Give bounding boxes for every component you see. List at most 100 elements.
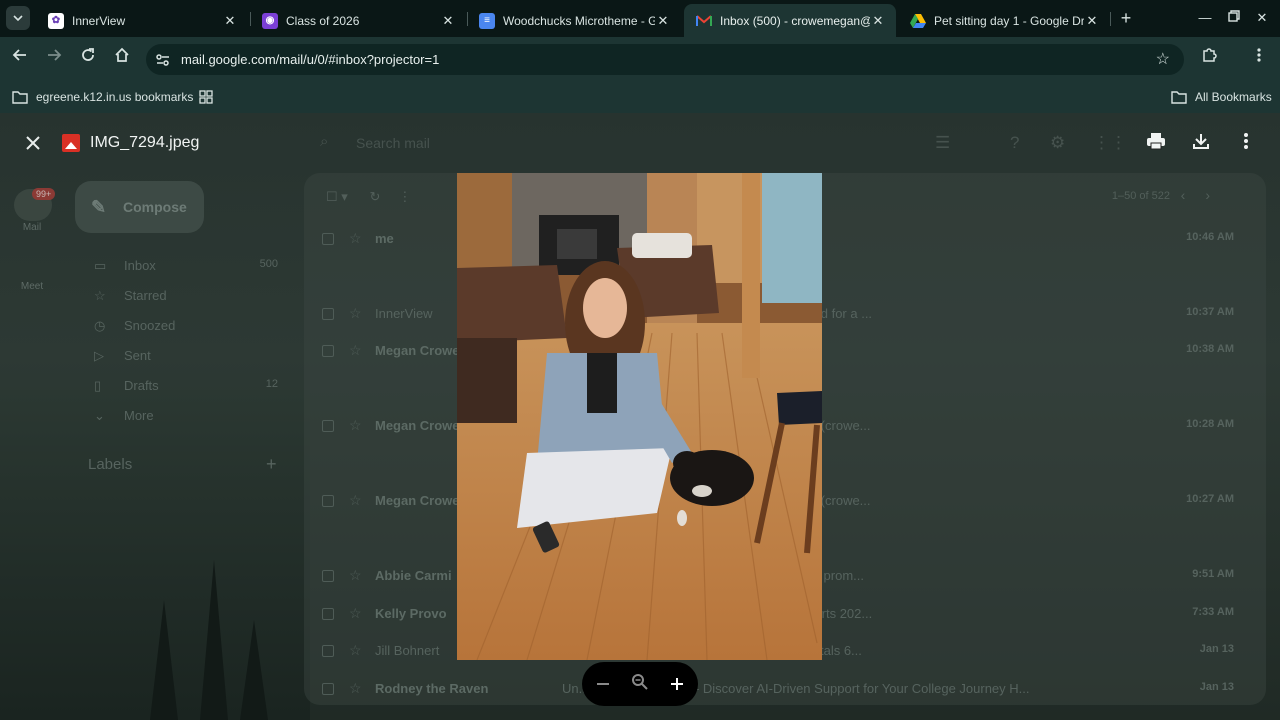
zoom-in-button[interactable] (664, 671, 690, 697)
minus-icon (597, 683, 609, 685)
send-icon: ▷ (94, 348, 104, 363)
tab-search-button[interactable] (6, 6, 30, 30)
nav-label: More (124, 408, 154, 423)
theme-tree-shape (200, 560, 228, 720)
row-checkbox[interactable] (322, 495, 334, 507)
nav-label: Snoozed (124, 318, 176, 333)
star-icon[interactable]: ☆ (349, 567, 362, 584)
all-bookmarks-button[interactable]: All Bookmarks (1171, 87, 1272, 107)
email-sender: Rodney the Raven (375, 681, 489, 696)
rail-meet-label: Meet (20, 281, 44, 292)
star-icon[interactable]: ☆ (349, 680, 362, 697)
reload-button[interactable] (76, 47, 100, 71)
bookmark-star-icon[interactable]: ☆ (1156, 49, 1170, 69)
tab-gmail-inbox[interactable]: Inbox (500) - crowemegan@s ✕ (684, 4, 896, 37)
site-settings-icon[interactable] (154, 51, 172, 69)
bookmarks-bar: egreene.k12.in.us bookmarks All Bookmark… (0, 81, 1280, 113)
star-icon: ☆ (94, 288, 106, 303)
extensions-button[interactable] (1197, 47, 1221, 71)
gmail-search-bar[interactable]: ⌕ Search mail (304, 123, 1024, 163)
row-checkbox[interactable] (322, 683, 334, 695)
star-icon[interactable]: ☆ (349, 492, 362, 509)
close-tab-icon[interactable]: ✕ (1084, 13, 1100, 29)
close-tab-icon[interactable]: ✕ (870, 13, 886, 29)
zoom-reset-button[interactable] (627, 671, 653, 697)
tab-pet-sitting-drive[interactable]: Pet sitting day 1 - Google Driv ✕ (898, 4, 1110, 37)
google-apps-icon[interactable]: ⋮⋮ (1093, 133, 1127, 153)
nav-count: 500 (259, 258, 278, 270)
tab-woodchucks-doc[interactable]: ≡ Woodchucks Microtheme - Go ✕ (467, 4, 681, 37)
row-checkbox[interactable] (322, 645, 334, 657)
pagination-arrows[interactable]: ‹› (1181, 187, 1230, 203)
theme-tree-shape (240, 620, 268, 720)
nav-more[interactable]: ⌄ More (94, 408, 284, 428)
email-time: 10:46 AM (1186, 231, 1234, 243)
tab-title: Class of 2026 (286, 13, 360, 28)
minimize-button[interactable]: — (1193, 6, 1217, 30)
settings-gear-icon[interactable]: ⚙ (1050, 133, 1065, 153)
nav-starred[interactable]: ☆ Starred (94, 288, 284, 308)
compose-label: Compose (123, 199, 187, 215)
star-icon[interactable]: ☆ (349, 230, 362, 247)
row-checkbox[interactable] (322, 570, 334, 582)
close-window-button[interactable]: ✕ (1250, 6, 1274, 30)
star-icon[interactable]: ☆ (349, 642, 362, 659)
nav-sent[interactable]: ▷ Sent (94, 348, 284, 368)
filter-icon[interactable]: ☰ (935, 133, 950, 153)
mail-list-toolbar: ☐ ▾ ↻ ⋮ (326, 189, 412, 204)
tab-class-of-2026[interactable]: ◉ Class of 2026 ✕ (250, 4, 466, 37)
add-label-button[interactable]: + (266, 454, 277, 475)
viewer-more-button[interactable] (1233, 131, 1259, 157)
apps-grid-button[interactable] (199, 87, 213, 107)
star-icon[interactable]: ☆ (349, 417, 362, 434)
plus-icon (671, 678, 683, 690)
back-button[interactable] (8, 47, 32, 71)
compose-button[interactable]: ✎ Compose (75, 181, 204, 233)
tab-title: Pet sitting day 1 - Google Driv (934, 13, 1084, 28)
star-icon[interactable]: ☆ (349, 342, 362, 359)
rail-meet-button[interactable] (14, 249, 52, 281)
home-button[interactable] (110, 47, 134, 71)
help-icon[interactable]: ? (1010, 133, 1019, 153)
row-checkbox[interactable] (322, 308, 334, 320)
new-tab-button[interactable]: + (1116, 8, 1136, 28)
attachment-photo (457, 173, 822, 660)
bookmark-folder-egreene[interactable]: egreene.k12.in.us bookmarks (12, 87, 193, 107)
image-file-icon (62, 134, 80, 152)
nav-inbox[interactable]: ▭ Inbox 500 (94, 258, 284, 278)
nav-snoozed[interactable]: ◷ Snoozed (94, 318, 284, 338)
bookmark-label: All Bookmarks (1195, 90, 1272, 104)
forward-button[interactable] (42, 47, 66, 71)
pencil-icon: ✎ (91, 197, 107, 217)
row-checkbox[interactable] (322, 420, 334, 432)
zoom-controls (582, 662, 698, 706)
close-tab-icon[interactable]: ✕ (655, 13, 671, 29)
theme-tree-shape (150, 600, 178, 720)
nav-drafts[interactable]: ▯ Drafts 12 (94, 378, 284, 398)
zoom-out-button[interactable] (590, 671, 616, 697)
folder-icon (12, 91, 28, 104)
email-time: Jan 13 (1199, 643, 1234, 655)
tab-innerview[interactable]: ✿ InnerView ✕ (36, 4, 248, 37)
print-button[interactable] (1143, 131, 1169, 157)
close-viewer-button[interactable] (20, 131, 46, 157)
row-checkbox[interactable] (322, 608, 334, 620)
viewer-actions (1137, 125, 1263, 163)
reload-icon (82, 48, 94, 61)
download-button[interactable] (1188, 131, 1214, 157)
close-tab-icon[interactable]: ✕ (222, 13, 238, 29)
row-checkbox[interactable] (322, 233, 334, 245)
clock-icon: ◷ (94, 318, 106, 333)
email-row[interactable]: ☆ Rodney the Raven Un... ...Support with A… (304, 680, 1266, 704)
close-tab-icon[interactable]: ✕ (440, 13, 456, 29)
restore-button[interactable] (1222, 6, 1246, 30)
star-icon[interactable]: ☆ (349, 305, 362, 322)
row-checkbox[interactable] (322, 345, 334, 357)
address-bar[interactable]: mail.google.com/mail/u/0/#inbox?projecto… (146, 44, 1184, 75)
arrow-right-icon (48, 49, 62, 61)
apps-grid-icon (199, 90, 213, 104)
browser-menu-button[interactable] (1247, 47, 1271, 71)
star-icon[interactable]: ☆ (349, 605, 362, 622)
url-text[interactable]: mail.google.com/mail/u/0/#inbox?projecto… (181, 52, 439, 67)
puzzle-icon (1203, 48, 1217, 62)
